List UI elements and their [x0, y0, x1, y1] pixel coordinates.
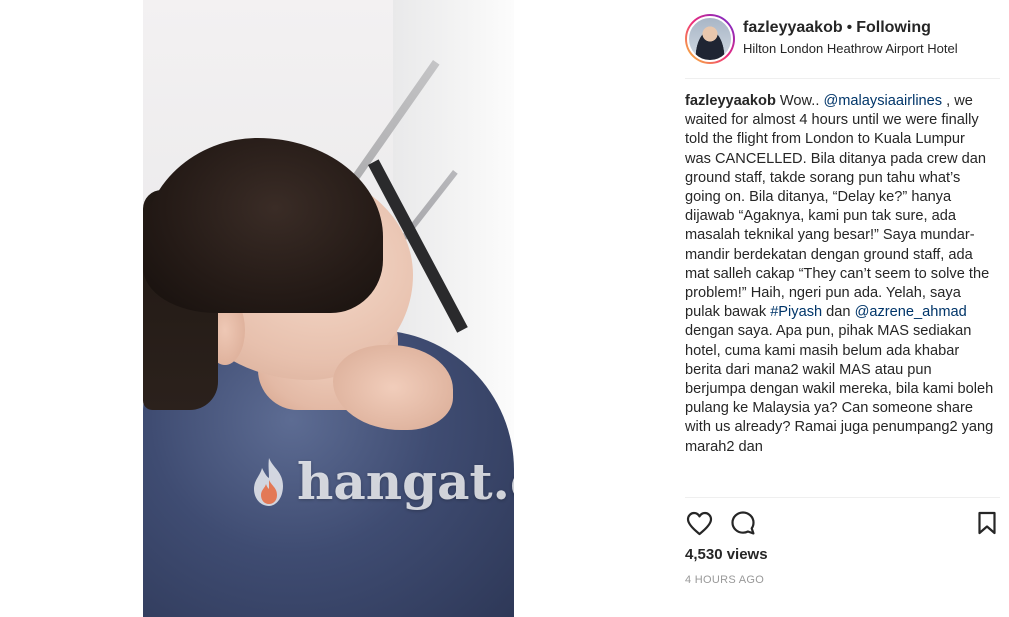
caption-text: Wow..: [779, 93, 824, 109]
like-button[interactable]: [685, 509, 713, 537]
caption: fazleyyaakob Wow.. @malaysiaairlines , w…: [685, 92, 998, 457]
avatar-image: [687, 16, 733, 62]
flame-icon: [254, 457, 283, 506]
caption-text: dengan saya. Apa pun, pihak MAS sediakan…: [685, 323, 994, 455]
following-button[interactable]: Following: [856, 19, 931, 36]
username-link[interactable]: fazleyyaakob: [743, 19, 843, 36]
user-line: fazleyyaakob • Following: [743, 19, 931, 37]
comment-bubble-icon: [731, 511, 755, 535]
hashtag-link[interactable]: #Piyash: [770, 304, 822, 320]
post-timestamp[interactable]: 4 HOURS AGO: [685, 574, 764, 586]
post-video[interactable]: hangat.co: [143, 0, 514, 617]
separator-dot: •: [846, 19, 853, 36]
location-link[interactable]: Hilton London Heathrow Airport Hotel: [743, 41, 958, 56]
instagram-post-view: hangat.co fazleyyaakob•Following Hilton …: [0, 0, 1009, 617]
watermark-text: hangat.co: [297, 452, 514, 511]
save-button[interactable]: [973, 509, 1001, 537]
post-header: fazleyyaakob • Following Hilton London Hea…: [685, 12, 1000, 79]
watermark: hangat.co: [247, 452, 514, 511]
bookmark-icon: [978, 511, 996, 535]
view-count[interactable]: 4,530 views: [685, 546, 768, 563]
mention-link[interactable]: @azrene_ahmad: [855, 304, 967, 320]
comment-button[interactable]: [729, 509, 757, 537]
heart-icon: [686, 511, 712, 535]
caption-text: , we waited for almost 4 hours until we …: [685, 93, 990, 321]
avatar[interactable]: [685, 14, 735, 64]
mention-link[interactable]: @malaysiaairlines: [823, 93, 942, 109]
caption-scroll-area[interactable]: fazleyyaakob Wow.. @malaysiaairlines , w…: [685, 92, 998, 497]
post-side-panel: fazleyyaakob • Following Hilton London Hea…: [685, 0, 1000, 617]
hair: [143, 138, 383, 313]
post-actions: 4,530 views 4 HOURS AGO: [685, 497, 1000, 617]
caption-username[interactable]: fazleyyaakob: [685, 93, 776, 109]
caption-text: dan: [822, 304, 855, 321]
